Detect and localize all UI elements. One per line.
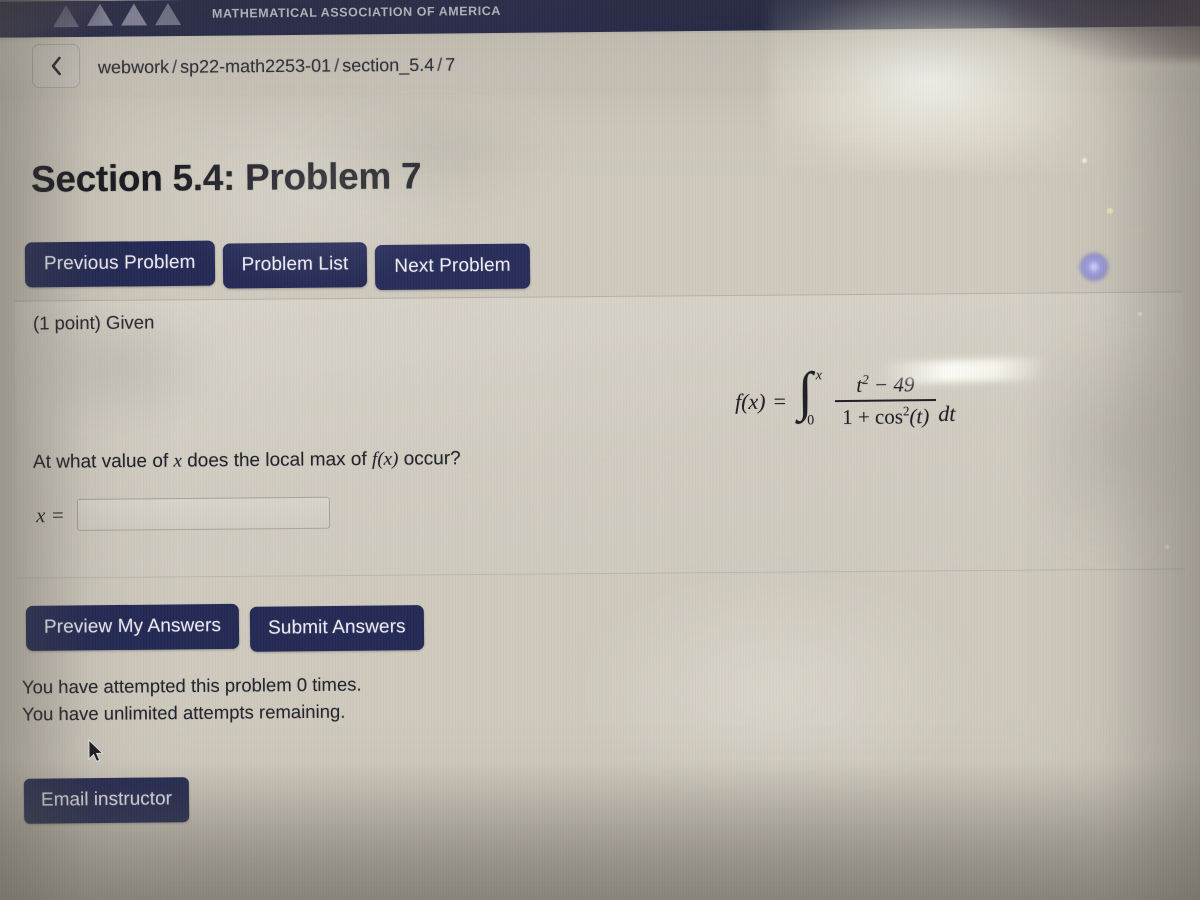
integral-upper-limit: x — [815, 368, 822, 384]
integral-lower-limit: 0 — [807, 413, 815, 429]
attempts-remaining-line: You have unlimited attempts remaining. — [22, 700, 346, 725]
answer-row: x = — [35, 496, 330, 532]
points-given-text: (1 point) Given — [32, 311, 155, 334]
breadcrumb-separator-1: / — [171, 56, 178, 77]
screen-photo: MATHEMATICAL ASSOCIATION OF AMERICA webw… — [0, 0, 1200, 900]
next-problem-button[interactable]: Next Problem — [375, 243, 530, 291]
email-instructor-button[interactable]: Email instructor — [23, 777, 190, 824]
fraction-denominator: 1 + cos2(t) — [835, 401, 936, 430]
breadcrumb-separator-2: / — [334, 55, 340, 76]
problem-nav-buttons: Previous Problem Problem List Next Probl… — [24, 238, 530, 294]
screen-dust — [1107, 208, 1113, 214]
previous-problem-button[interactable]: Previous Problem — [24, 240, 215, 288]
back-button[interactable] — [31, 43, 81, 89]
question-middle: does the local max of — [181, 448, 373, 472]
screen-dust — [1129, 223, 1153, 235]
question-text: At what value of x does the local max of… — [33, 448, 461, 474]
screen-dust — [1082, 158, 1087, 163]
breadcrumb-item-course[interactable]: sp22-math2253-01 — [180, 56, 331, 77]
email-instructor-wrap: Email instructor — [23, 777, 190, 824]
breadcrumb-item-section[interactable]: section_5.4 — [342, 55, 434, 76]
maa-triangles-logo-icon — [45, 2, 205, 30]
question-after: occur? — [398, 448, 461, 470]
question-function: f(x) — [371, 448, 399, 470]
question-variable: x — [173, 450, 182, 472]
integral-group: ∫ x 0 — [796, 361, 831, 432]
lens-flare-dot — [1079, 252, 1109, 282]
breadcrumb: webwork / sp22-math2253-01/section_5.4/7 — [98, 55, 455, 79]
numerator-rest: − 49 — [868, 372, 915, 398]
page-title: Section 5.4: Problem 7 — [30, 155, 422, 200]
problem-formula: f(x) = ∫ x 0 t2 − 49 1 + cos2(t) dt — [734, 361, 956, 433]
denominator-arg: (t) — [909, 403, 930, 429]
mouse-pointer-arrow-icon — [88, 738, 104, 763]
screen-glare — [560, 560, 990, 820]
breadcrumb-separator-3: / — [437, 54, 443, 75]
submit-answers-button[interactable]: Submit Answers — [249, 605, 424, 652]
answer-label: x = — [35, 502, 65, 527]
integral-sign: ∫ — [797, 361, 813, 422]
fraction-numerator: t2 − 49 — [849, 371, 921, 400]
question-before: At what value of — [32, 450, 174, 473]
chevron-left-icon — [51, 56, 61, 76]
denominator-prefix: 1 + cos — [841, 404, 904, 429]
fraction: t2 − 49 1 + cos2(t) — [834, 371, 937, 430]
answer-action-buttons: Preview My Answers Submit Answers — [25, 602, 424, 654]
problem-list-button[interactable]: Problem List — [222, 242, 368, 289]
maa-org-name: MATHEMATICAL ASSOCIATION OF AMERICA — [211, 3, 501, 21]
formula-equals: = — [773, 388, 787, 414]
answer-input[interactable] — [76, 496, 330, 531]
problem-panel — [14, 291, 1186, 579]
preview-my-answers-button[interactable]: Preview My Answers — [25, 603, 240, 651]
formula-lhs: f(x) — [734, 388, 766, 415]
differential-dt: dt — [938, 400, 956, 427]
attempts-made-line: You have attempted this problem 0 times. — [21, 673, 362, 698]
breadcrumb-item-problem[interactable]: 7 — [445, 55, 455, 75]
attempts-status: You have attempted this problem 0 times.… — [22, 671, 362, 728]
mouse-cursor — [88, 738, 106, 770]
breadcrumb-item-webwork[interactable]: webwork — [98, 57, 169, 78]
